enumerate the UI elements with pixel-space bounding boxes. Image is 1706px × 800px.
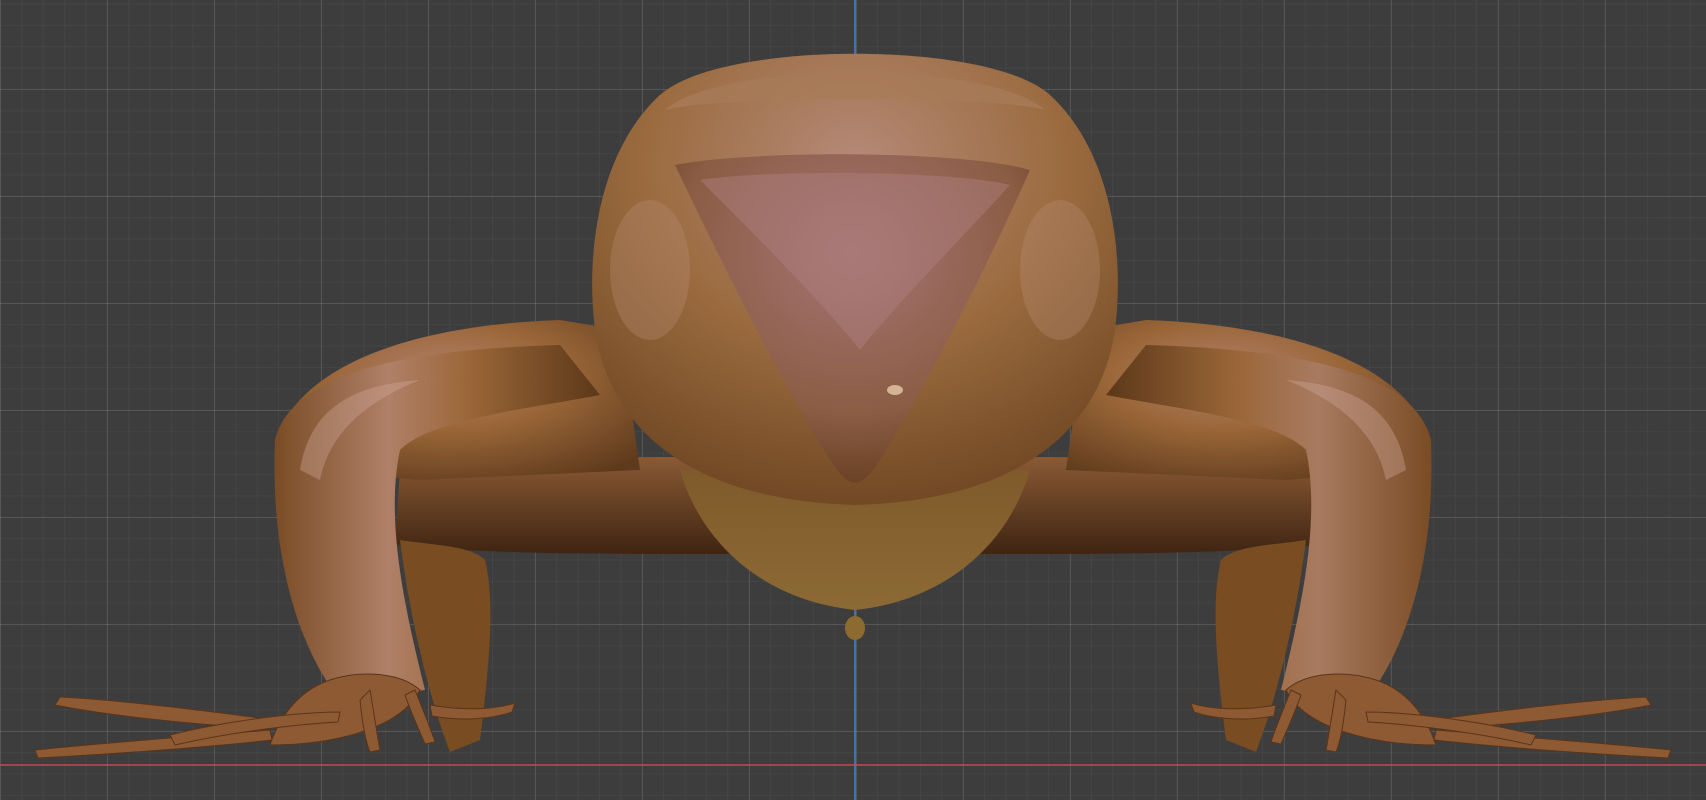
nose-highlight (887, 385, 903, 395)
chin-tip (845, 616, 865, 640)
right-eye-bulge (1020, 200, 1100, 340)
viewport-scene[interactable] (0, 0, 1706, 800)
3d-viewport[interactable] (0, 0, 1706, 800)
frog-model[interactable] (34, 53, 1672, 759)
left-eye-bulge (610, 200, 690, 340)
